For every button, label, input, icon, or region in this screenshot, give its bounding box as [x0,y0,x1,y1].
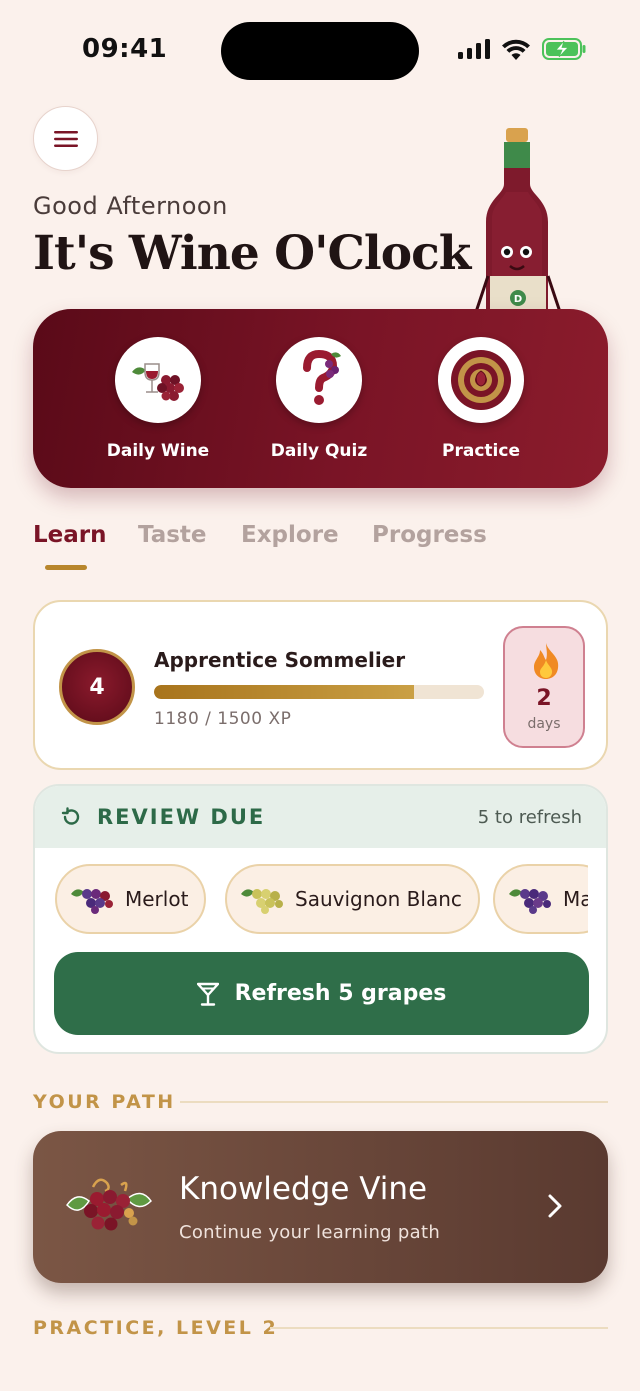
refresh-icon [61,807,80,825]
level-title: Apprentice Sommelier [154,648,406,672]
cocktail-glass-icon [196,982,219,1006]
white-grapes-icon [241,889,283,914]
status-time: 09:41 [82,34,168,64]
chip-merlot-label: Merlot [125,887,189,911]
chevron-right-icon [548,1194,562,1218]
battery-charging-icon [542,38,586,60]
chip-merlot[interactable]: Merlot [55,864,207,934]
review-due-card: REVIEW DUE 5 to refresh Merlot Sauvignon… [33,784,608,1054]
daily-wine-button[interactable]: Daily Wine [88,337,228,461]
daily-quiz-button[interactable]: Daily Quiz [249,337,389,461]
practice-divider [270,1327,608,1329]
refresh-button-label: Refresh 5 grapes [234,981,447,1006]
target-icon [451,350,511,410]
review-count: 5 to refresh [477,807,582,828]
refresh-grapes-button[interactable]: Refresh 5 grapes [54,952,589,1035]
practice-level-heading: PRACTICE, LEVEL 2 [33,1317,279,1339]
grape-vine-icon [66,1178,152,1231]
your-path-heading: YOUR PATH [33,1091,176,1113]
level-badge: 4 [59,649,135,725]
chip-partial-label: Ma [563,887,588,911]
menu-button[interactable] [33,106,98,171]
flame-icon [534,643,559,679]
greeting-text: Good Afternoon [33,192,228,220]
status-icons [458,38,586,60]
chip-sauvignon-blanc-label: Sauvignon Blanc [295,887,462,911]
chip-sauvignon-blanc[interactable]: Sauvignon Blanc [225,864,480,934]
level-card[interactable]: 4 Apprentice Sommelier 1180 / 1500 XP 2 … [33,600,608,770]
path-card-subtitle: Continue your learning path [179,1222,441,1243]
tab-explore[interactable]: Explore [241,522,339,548]
active-tab-indicator [45,565,87,570]
practice-label: Practice [442,441,520,461]
path-card-title: Knowledge Vine [179,1171,428,1207]
xp-text: 1180 / 1500 XP [154,709,292,729]
daily-wine-circle [115,337,201,423]
knowledge-vine-card[interactable]: Knowledge Vine Continue your learning pa… [33,1131,608,1283]
hamburger-icon [53,130,78,147]
daily-quiz-circle [276,337,362,423]
wine-grapes-icon [132,363,184,401]
svg-text:D: D [514,294,522,305]
tab-progress[interactable]: Progress [372,522,487,548]
red-grapes-icon [71,889,113,914]
red-grapes-icon [509,889,551,914]
tab-taste[interactable]: Taste [138,522,207,548]
review-title: REVIEW DUE [97,805,266,829]
chip-partial[interactable]: Ma [493,864,588,934]
practice-circle [438,337,524,423]
xp-progress-fill [154,685,414,699]
review-chips: Merlot Sauvignon Blanc Ma [55,864,588,936]
daily-quiz-label: Daily Quiz [270,441,368,461]
quick-actions-card: Daily Wine Daily Quiz Practice [33,309,608,488]
xp-progress-bar [154,685,484,699]
wifi-icon [502,39,530,60]
signal-icon [458,39,490,59]
dynamic-island [221,22,419,80]
status-bar: 09:41 [0,0,640,100]
review-header: REVIEW DUE 5 to refresh [35,786,606,848]
wine-bottle-mascot-icon: D [474,128,562,316]
streak-unit: days [527,716,561,732]
question-grapes-icon [303,350,341,405]
your-path-divider [180,1101,608,1103]
daily-wine-label: Daily Wine [106,441,210,461]
streak-badge[interactable]: 2 days [503,626,585,748]
tab-learn[interactable]: Learn [33,522,107,548]
streak-count: 2 [536,686,552,711]
page-title: It's Wine O'Clock [33,226,471,281]
practice-button[interactable]: Practice [411,337,551,461]
